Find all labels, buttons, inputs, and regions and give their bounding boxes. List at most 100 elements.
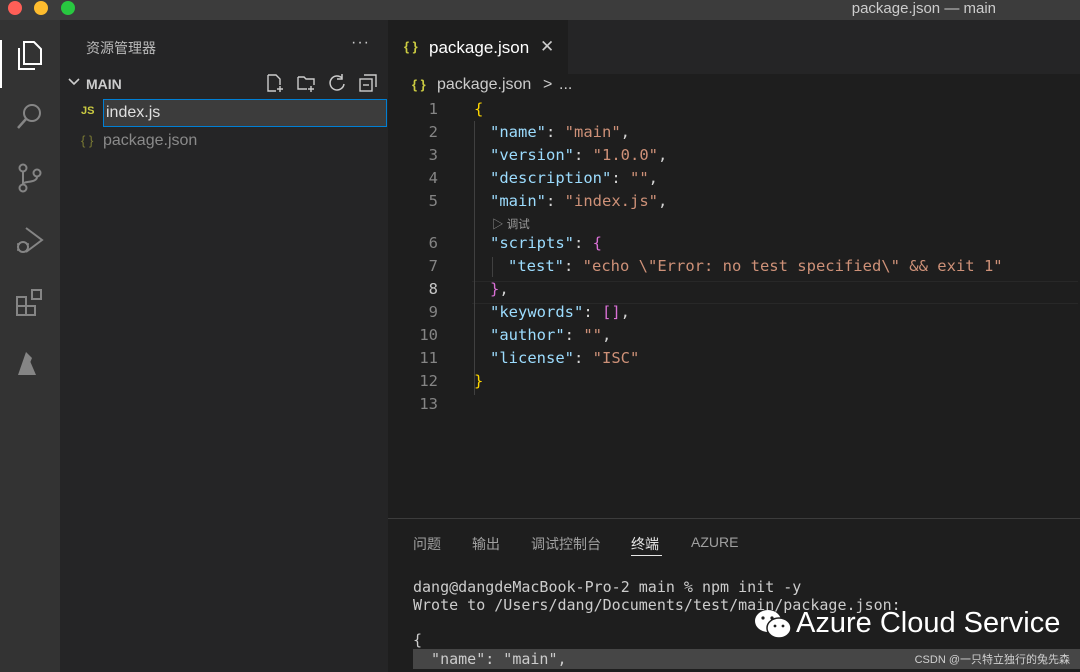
brace: { bbox=[474, 100, 484, 118]
json-key: "test" bbox=[508, 257, 564, 275]
tab-azure[interactable]: AZURE bbox=[691, 534, 738, 550]
source-control-icon[interactable] bbox=[12, 160, 48, 196]
colon: : bbox=[574, 234, 593, 252]
tab-output[interactable]: 输出 bbox=[472, 534, 500, 554]
minimize-window-button[interactable] bbox=[34, 1, 48, 15]
active-indicator bbox=[0, 40, 2, 88]
json-key: "scripts" bbox=[490, 234, 574, 252]
terminal-line[interactable]: { bbox=[413, 631, 422, 649]
line-number: 9 bbox=[428, 303, 438, 321]
line-number: 8 bbox=[428, 280, 438, 298]
debug-codelens[interactable]: ▷ 调试 bbox=[492, 216, 530, 232]
azure-icon[interactable] bbox=[12, 346, 48, 382]
colon: : bbox=[546, 123, 565, 141]
comma: , bbox=[648, 169, 659, 187]
json-file-icon: { } bbox=[412, 77, 426, 92]
json-value: "main" bbox=[564, 123, 621, 141]
json-key: "author" bbox=[490, 326, 565, 344]
explorer-sidebar: 资源管理器 ··· MAIN JS { } package.json bbox=[60, 20, 388, 672]
line-number: 3 bbox=[428, 146, 438, 164]
brace: { bbox=[592, 234, 603, 252]
code-line: } bbox=[474, 372, 483, 390]
breadcrumb-file[interactable]: package.json bbox=[437, 76, 531, 94]
search-icon[interactable] bbox=[12, 98, 48, 134]
folder-section-header[interactable]: MAIN bbox=[60, 72, 388, 98]
json-value: "index.js" bbox=[564, 192, 658, 210]
json-value: [] bbox=[602, 303, 621, 321]
terminal-line[interactable]: dang@dangdeMacBook-Pro-2 main % npm init… bbox=[413, 578, 801, 596]
json-key: "name" bbox=[490, 123, 546, 141]
comma: , bbox=[658, 146, 668, 164]
json-value: "ISC" bbox=[592, 349, 640, 367]
file-item-package-json[interactable]: { } package.json bbox=[60, 128, 388, 156]
chevron-down-icon bbox=[68, 78, 80, 86]
json-value: "" bbox=[583, 326, 602, 344]
run-debug-icon[interactable] bbox=[12, 222, 48, 258]
explorer-actions bbox=[264, 72, 378, 93]
tab-problems[interactable]: 问题 bbox=[413, 534, 441, 554]
tab-package-json[interactable]: { } package.json ✕ bbox=[388, 20, 568, 78]
new-folder-icon[interactable] bbox=[295, 72, 316, 93]
files-icon[interactable] bbox=[12, 38, 48, 74]
code-line: }, bbox=[490, 280, 509, 298]
colon: : bbox=[564, 326, 584, 344]
comma: , bbox=[658, 192, 668, 210]
file-item-index-js[interactable]: JS bbox=[60, 99, 388, 127]
code-line: "author": "", bbox=[490, 326, 611, 344]
json-file-icon: { } bbox=[404, 39, 418, 54]
refresh-icon[interactable] bbox=[326, 72, 347, 93]
watermark: Azure Cloud Service bbox=[754, 607, 1060, 640]
active-tab-underline bbox=[631, 555, 662, 556]
colon: : bbox=[574, 146, 593, 164]
more-actions-button[interactable]: ··· bbox=[351, 34, 370, 52]
json-key: "version" bbox=[490, 146, 574, 164]
line-number: 13 bbox=[419, 395, 438, 413]
close-window-button[interactable] bbox=[8, 1, 22, 15]
comma: , bbox=[620, 303, 631, 321]
current-line-highlight bbox=[472, 281, 1078, 304]
rename-input[interactable] bbox=[103, 99, 387, 127]
terminal-line[interactable]: "name": "main", bbox=[413, 650, 566, 668]
line-number: 10 bbox=[419, 326, 438, 344]
json-file-icon: { } bbox=[81, 133, 94, 148]
json-key: "license" bbox=[490, 349, 574, 367]
watermark-credit: CSDN @一只特立独行的兔先森 bbox=[914, 654, 1070, 666]
line-number: 6 bbox=[428, 234, 438, 252]
maximize-window-button[interactable] bbox=[61, 1, 75, 15]
colon: : bbox=[564, 257, 583, 275]
line-number: 7 bbox=[428, 257, 438, 275]
breadcrumb-symbol[interactable]: ... bbox=[559, 76, 572, 94]
folder-name: MAIN bbox=[86, 76, 122, 92]
tab-debug-console[interactable]: 调试控制台 bbox=[531, 534, 601, 554]
code-line: { bbox=[474, 100, 483, 118]
comma: , bbox=[499, 280, 509, 298]
code-editor[interactable]: 1 2 3 4 5 6 7 8 9 10 11 12 13 { "name": … bbox=[388, 98, 1080, 518]
line-number: 2 bbox=[428, 123, 438, 141]
editor-tab-bar: { } package.json ✕ bbox=[388, 20, 1080, 78]
window-title: package.json — main bbox=[851, 0, 996, 17]
code-line: "keywords": [], bbox=[490, 303, 630, 321]
brace: } bbox=[490, 280, 500, 298]
explorer-title: 资源管理器 bbox=[86, 40, 156, 56]
code-line: "license": "ISC" bbox=[490, 349, 639, 367]
tab-terminal[interactable]: 终端 bbox=[631, 534, 659, 554]
close-icon[interactable]: ✕ bbox=[540, 37, 554, 57]
colon: : bbox=[546, 192, 565, 210]
indent-guide bbox=[492, 257, 493, 277]
code-line: "description": "", bbox=[490, 169, 658, 187]
comma: , bbox=[620, 123, 631, 141]
colon: : bbox=[611, 169, 630, 187]
line-number: 4 bbox=[428, 169, 438, 187]
json-value: "" bbox=[630, 169, 649, 187]
json-key: "keywords" bbox=[490, 303, 584, 321]
extensions-icon[interactable] bbox=[12, 284, 48, 320]
collapse-all-icon[interactable] bbox=[357, 72, 378, 93]
code-line: "main": "index.js", bbox=[490, 192, 667, 210]
line-number: 5 bbox=[428, 192, 438, 210]
new-file-icon[interactable] bbox=[264, 72, 285, 93]
breadcrumb: { } package.json > ... bbox=[388, 74, 1080, 98]
wechat-icon bbox=[755, 609, 792, 639]
js-file-icon: JS bbox=[81, 105, 95, 117]
line-number: 1 bbox=[428, 100, 438, 118]
json-value: "echo \"Error: no test specified\" && ex… bbox=[582, 257, 1003, 275]
